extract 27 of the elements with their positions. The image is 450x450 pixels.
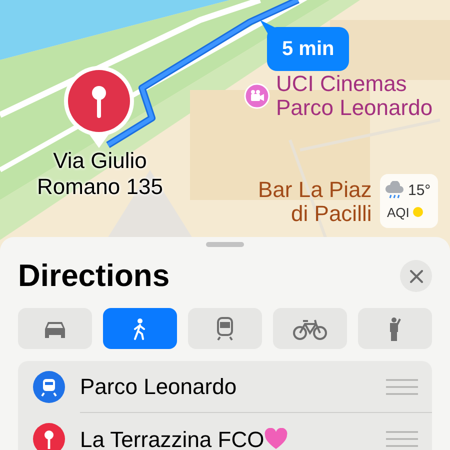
pin-label: Via Giulio Romano 135 [36,148,164,200]
route-time-callout: 5 min [267,27,350,71]
reorder-handle-icon[interactable] [386,378,418,394]
reorder-handle-icon[interactable] [386,431,418,447]
waypoint-name[interactable]: Parco Leonardo [80,370,237,403]
location-pin-icon [32,422,66,450]
transport-mode-tab[interactable] [18,308,92,349]
transport-mode-tab[interactable] [188,308,262,349]
transport-mode-tab[interactable] [273,308,347,349]
person-hailing-icon [388,316,402,340]
temperature-text: 15° [408,181,431,201]
place-label: UCI Cinemas Parco Leonardo [276,72,433,120]
waypoint-name[interactable]: La Terrazzina FCO [80,422,264,450]
drag-handle[interactable] [206,242,244,247]
walking-person-icon [132,318,148,340]
train-stop-icon [32,370,66,404]
close-icon [410,270,422,282]
transport-mode-tab[interactable] [103,308,177,349]
bicycle-icon [293,318,327,340]
car-icon [42,320,68,338]
transport-mode-tab[interactable] [358,308,432,349]
place-label: Bar La Piaz di Pacilli [258,178,372,226]
aqi-label: AQI [387,204,410,222]
train-icon [216,316,234,340]
camera-icon [244,83,270,109]
close-button[interactable] [400,260,432,292]
sheet-title: Directions [18,258,170,294]
